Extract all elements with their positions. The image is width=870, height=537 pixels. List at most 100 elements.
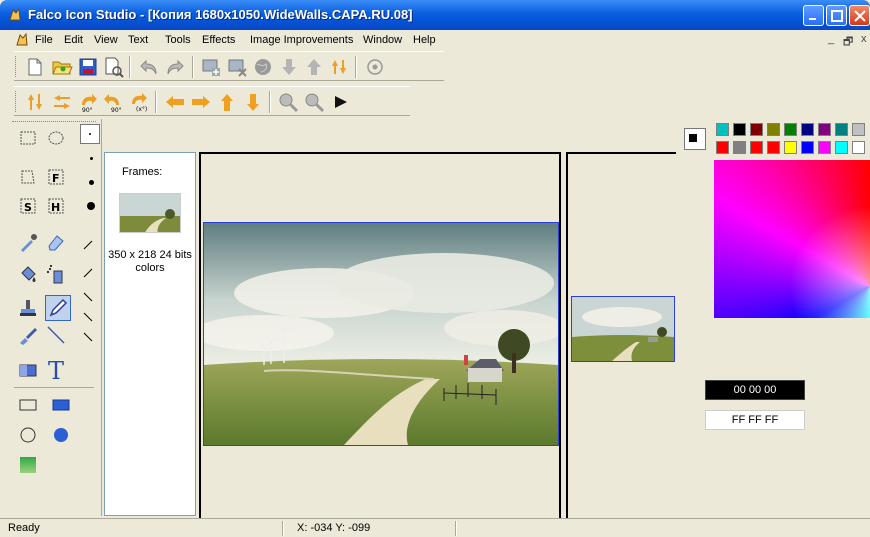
- maximize-button[interactable]: [826, 5, 847, 26]
- menu-view[interactable]: View: [94, 34, 118, 46]
- brush-icon[interactable]: [17, 324, 39, 346]
- ellipse-filled-icon[interactable]: [50, 424, 72, 446]
- background-color-value[interactable]: FF FF FF: [705, 410, 805, 430]
- shift-right-icon[interactable]: [190, 91, 212, 113]
- point-size-4[interactable]: [87, 202, 95, 210]
- rotate-free-icon[interactable]: (x°): [128, 91, 150, 113]
- stamp-tool-icon[interactable]: [17, 297, 39, 319]
- move-down-icon[interactable]: [278, 56, 300, 78]
- palette-swatch[interactable]: [733, 123, 746, 136]
- flip-horizontal-icon[interactable]: [51, 91, 73, 113]
- palette-swatch[interactable]: [852, 141, 865, 154]
- pipette-icon[interactable]: [17, 231, 39, 253]
- palette-swatch[interactable]: [801, 141, 814, 154]
- palette-swatch[interactable]: [750, 123, 763, 136]
- menu-help[interactable]: Help: [413, 34, 436, 46]
- shift-left-icon[interactable]: [164, 91, 186, 113]
- shift-down-icon[interactable]: [242, 91, 264, 113]
- paint-bucket-icon[interactable]: [17, 263, 39, 285]
- gradient-fill-icon[interactable]: [17, 454, 39, 476]
- palette-swatch[interactable]: [733, 141, 746, 154]
- toolbar-grip[interactable]: [15, 56, 18, 77]
- palette-swatch[interactable]: [852, 123, 865, 136]
- line-tool-icon[interactable]: [45, 324, 67, 346]
- rect-select-icon[interactable]: [17, 127, 39, 149]
- target-icon[interactable]: [364, 56, 386, 78]
- palette-swatch[interactable]: [750, 141, 763, 154]
- play-icon[interactable]: [329, 91, 351, 113]
- palette-swatch[interactable]: [818, 123, 831, 136]
- shift-up-icon[interactable]: [216, 91, 238, 113]
- line-width-5[interactable]: [80, 329, 96, 345]
- swap-icon[interactable]: [328, 56, 350, 78]
- menu-window[interactable]: Window: [363, 34, 402, 46]
- menu-effects[interactable]: Effects: [202, 34, 235, 46]
- point-size-2[interactable]: [90, 157, 93, 160]
- gradient-rect-icon[interactable]: [17, 359, 39, 381]
- menu-file[interactable]: File: [35, 34, 53, 46]
- ellipse-outline-icon[interactable]: [17, 424, 39, 446]
- redo-icon[interactable]: [164, 56, 186, 78]
- foreground-color-value[interactable]: 00 00 00: [705, 380, 805, 400]
- cursor-coordinates: X: -034 Y: -099: [297, 522, 371, 534]
- eraser-icon[interactable]: [45, 231, 67, 253]
- palette-swatch[interactable]: [716, 141, 729, 154]
- lasso-select-icon[interactable]: [17, 166, 39, 188]
- ellipse-select-icon[interactable]: [45, 127, 67, 149]
- move-up-icon[interactable]: [303, 56, 325, 78]
- menu-tools[interactable]: Tools: [165, 34, 191, 46]
- globe-icon[interactable]: [252, 56, 274, 78]
- line-width-1[interactable]: [80, 237, 96, 253]
- line-width-3[interactable]: [80, 289, 96, 305]
- flip-vertical-icon[interactable]: [24, 91, 46, 113]
- toolbar-grip[interactable]: [15, 91, 18, 112]
- undo-icon[interactable]: [138, 56, 160, 78]
- menu-edit[interactable]: Edit: [64, 34, 83, 46]
- delete-frame-icon[interactable]: [226, 56, 248, 78]
- palette-swatch[interactable]: [716, 123, 729, 136]
- new-icon[interactable]: [24, 56, 46, 78]
- open-icon[interactable]: [51, 56, 73, 78]
- stamp-select-icon[interactable]: S: [17, 195, 39, 217]
- line-width-4[interactable]: [80, 309, 96, 325]
- color-spectrum[interactable]: [714, 160, 870, 318]
- zoom-in-icon[interactable]: [277, 91, 299, 113]
- add-frame-icon[interactable]: [200, 56, 222, 78]
- mdi-minimize-button[interactable]: _: [828, 33, 834, 45]
- rectangle-outline-icon[interactable]: [17, 394, 39, 416]
- rectangle-filled-icon[interactable]: [50, 394, 72, 416]
- palette-swatch[interactable]: [818, 141, 831, 154]
- preview-canvas[interactable]: [571, 296, 675, 362]
- spray-icon[interactable]: [45, 263, 67, 285]
- palette-swatch[interactable]: [767, 123, 780, 136]
- palette-swatch[interactable]: [835, 123, 848, 136]
- edit-canvas[interactable]: [203, 222, 559, 446]
- rotate-90-left-icon[interactable]: 90°: [102, 91, 124, 113]
- document-icon[interactable]: [14, 32, 30, 48]
- menu-text[interactable]: Text: [128, 34, 148, 46]
- mdi-restore-button[interactable]: 🗗: [843, 33, 853, 52]
- pencil-tool[interactable]: [45, 295, 71, 321]
- palette-swatch[interactable]: [767, 141, 780, 154]
- fg-bg-color-button[interactable]: [684, 128, 706, 150]
- mdi-close-button[interactable]: x: [861, 33, 867, 45]
- zoom-out-icon[interactable]: [303, 91, 325, 113]
- frame-thumbnail[interactable]: [119, 193, 181, 233]
- fill-select-icon[interactable]: F: [45, 166, 67, 188]
- close-button[interactable]: [849, 5, 870, 26]
- menu-image-improvements[interactable]: Image Improvements: [250, 34, 353, 46]
- title-bar[interactable]: Falco Icon Studio - [Копия 1680x1050.Wid…: [0, 0, 870, 30]
- palette-swatch[interactable]: [784, 141, 797, 154]
- print-preview-icon[interactable]: [102, 56, 124, 78]
- point-size-1[interactable]: [80, 124, 100, 144]
- palette-swatch[interactable]: [835, 141, 848, 154]
- text-tool-icon[interactable]: T: [45, 357, 71, 383]
- minimize-button[interactable]: [803, 5, 824, 26]
- hue-select-icon[interactable]: H: [45, 195, 67, 217]
- save-icon[interactable]: [77, 56, 99, 78]
- line-width-2[interactable]: [80, 265, 96, 281]
- palette-swatch[interactable]: [801, 123, 814, 136]
- point-size-3[interactable]: [89, 180, 94, 185]
- palette-swatch[interactable]: [784, 123, 797, 136]
- rotate-90-right-icon[interactable]: 90°: [77, 91, 99, 113]
